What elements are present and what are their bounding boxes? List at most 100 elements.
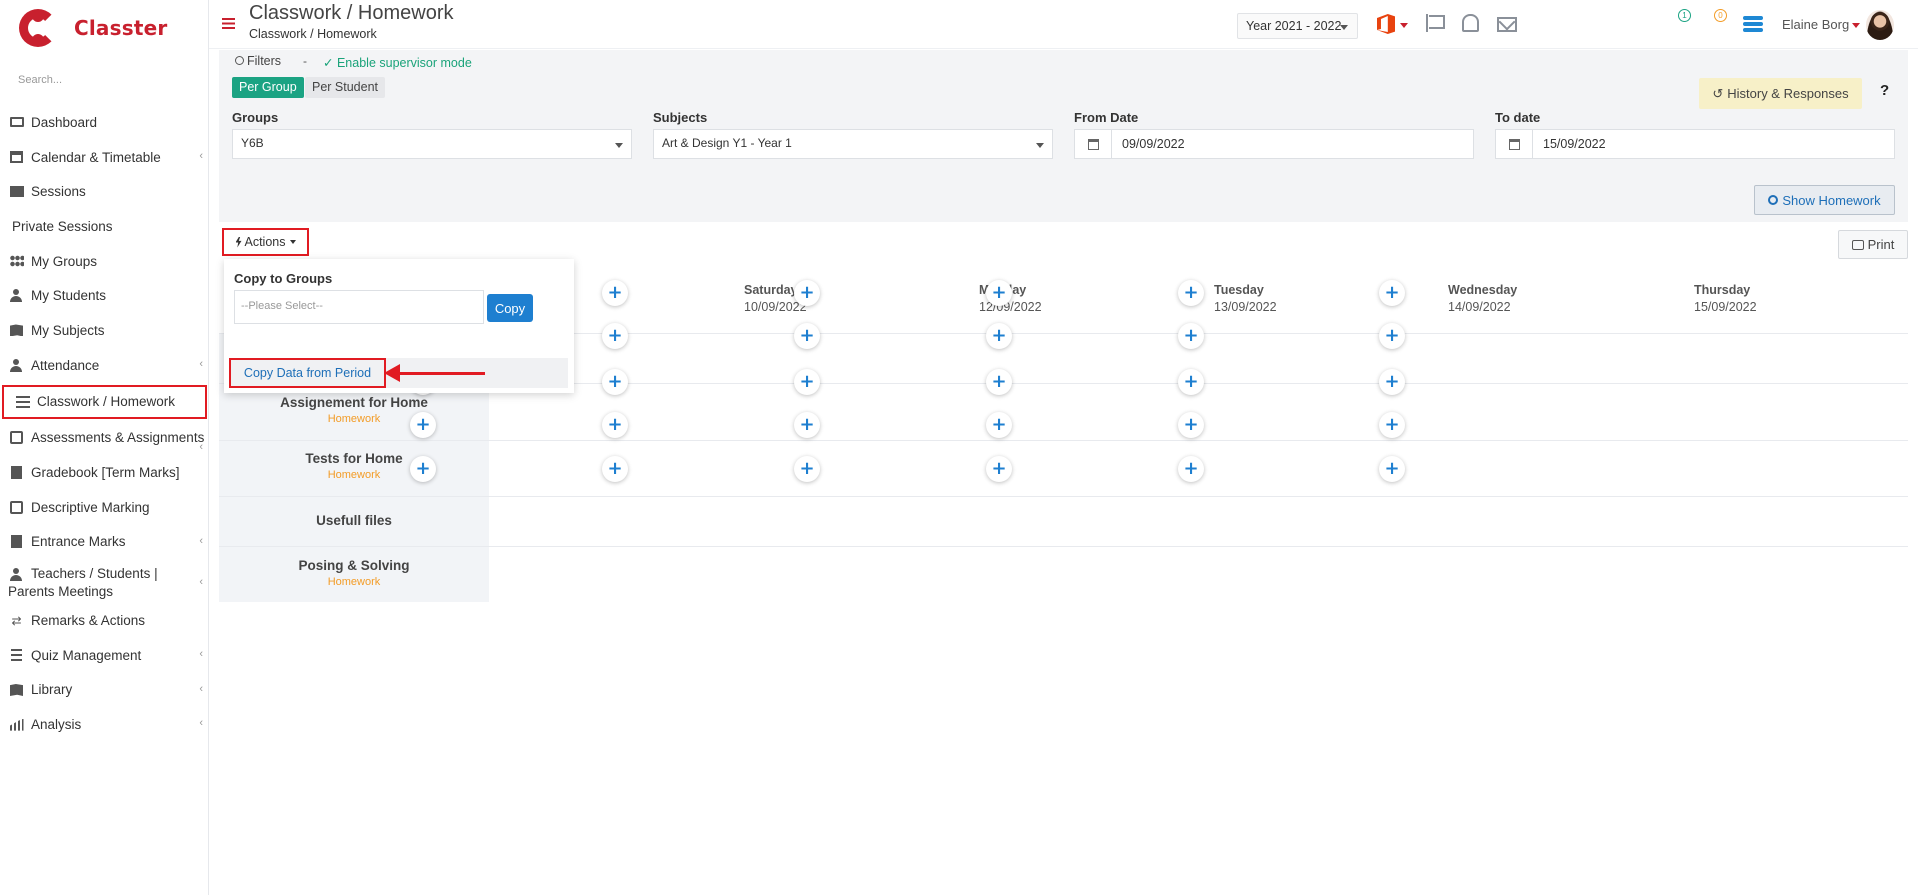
- add-homework-button[interactable]: +: [410, 412, 436, 438]
- check-icon: ✓: [323, 56, 334, 70]
- grid-divider: [219, 440, 1908, 441]
- add-homework-button[interactable]: +: [794, 323, 820, 349]
- per-group-button[interactable]: Per Group: [232, 77, 304, 98]
- show-homework-button[interactable]: Show Homework: [1754, 185, 1895, 215]
- calendar-icon[interactable]: [1496, 130, 1533, 158]
- sidebar-item-label-line1: Teachers / Students |: [31, 566, 158, 582]
- grid-divider: [219, 496, 1908, 497]
- hamburger-menu-icon[interactable]: [222, 18, 235, 29]
- add-homework-button[interactable]: +: [986, 323, 1012, 349]
- day-name: Wednesday: [1448, 283, 1518, 297]
- add-homework-button[interactable]: +: [410, 456, 436, 482]
- sidebar-item-descriptive-marking[interactable]: Descriptive Marking: [0, 490, 209, 525]
- add-homework-button[interactable]: +: [1178, 369, 1204, 395]
- add-homework-button[interactable]: +: [794, 456, 820, 482]
- year-select[interactable]: Year 2021 - 2022: [1237, 13, 1358, 39]
- classter-logo[interactable]: Classter: [18, 6, 208, 50]
- add-homework-button[interactable]: +: [1379, 280, 1405, 306]
- sidebar-item-sessions[interactable]: Sessions: [0, 174, 209, 209]
- add-homework-button[interactable]: +: [1379, 323, 1405, 349]
- sidebar-item-dashboard[interactable]: Dashboard: [0, 105, 209, 140]
- sidebar-item-meetings[interactable]: Teachers / Students | Parents Meetings ‹: [0, 559, 209, 603]
- add-homework-button[interactable]: +: [986, 280, 1012, 306]
- shuffle-icon: ⇄: [11, 613, 22, 628]
- user-name[interactable]: Elaine Borg: [1782, 17, 1849, 32]
- day-date: 13/09/2022: [1214, 300, 1277, 314]
- add-homework-button[interactable]: +: [794, 369, 820, 395]
- pen-icon: [8, 431, 25, 445]
- add-homework-button[interactable]: +: [1379, 369, 1405, 395]
- sidebar-item-label: Analysis: [31, 717, 82, 733]
- sidebar-item-my-students[interactable]: My Students: [0, 278, 209, 313]
- sidebar-item-classwork-homework[interactable]: Classwork / Homework: [2, 384, 207, 419]
- sidebar-item-entrance-marks[interactable]: Entrance Marks ‹: [0, 525, 209, 560]
- add-homework-button[interactable]: +: [794, 412, 820, 438]
- groups-select[interactable]: Y6B: [232, 129, 632, 159]
- user-caret-icon[interactable]: [1852, 23, 1860, 28]
- office-caret-icon[interactable]: [1400, 23, 1408, 28]
- sidebar-item-label: Remarks & Actions: [31, 613, 146, 629]
- copy-button[interactable]: Copy: [487, 294, 533, 322]
- add-homework-button[interactable]: +: [1178, 456, 1204, 482]
- sidebar-item-gradebook[interactable]: Gradebook [Term Marks]: [0, 455, 209, 490]
- help-icon[interactable]: ?: [1880, 82, 1889, 99]
- annotation-arrow-line: [398, 372, 485, 375]
- add-homework-button[interactable]: +: [1379, 412, 1405, 438]
- add-homework-button[interactable]: +: [1178, 323, 1204, 349]
- add-homework-button[interactable]: +: [794, 280, 820, 306]
- add-homework-button[interactable]: +: [602, 280, 628, 306]
- chevron-down-icon: [1036, 143, 1044, 148]
- sidebar-item-quiz[interactable]: Quiz Management ‹: [0, 638, 209, 673]
- day-date: 15/09/2022: [1694, 300, 1757, 314]
- add-homework-button[interactable]: +: [1379, 456, 1405, 482]
- add-homework-button[interactable]: +: [602, 456, 628, 482]
- copy-groups-select[interactable]: --Please Select--: [234, 290, 484, 324]
- sidebar-item-assessments[interactable]: Assessments & Assignments ‹: [0, 421, 209, 456]
- actions-button[interactable]: Actions: [222, 228, 309, 256]
- history-responses-button[interactable]: ↺ History & Responses: [1699, 78, 1862, 109]
- row-title: Assignement for Home: [280, 395, 428, 410]
- bell-icon[interactable]: [1462, 14, 1479, 32]
- brand-name: Classter: [74, 16, 168, 40]
- sidebar-item-my-subjects[interactable]: My Subjects: [0, 313, 209, 348]
- add-homework-button[interactable]: +: [1178, 412, 1204, 438]
- add-homework-button[interactable]: +: [602, 412, 628, 438]
- from-date-input[interactable]: 09/09/2022: [1074, 129, 1474, 159]
- supervisor-mode-link[interactable]: ✓ Enable supervisor mode: [323, 55, 472, 70]
- sidebar-item-attendance[interactable]: Attendance ‹: [0, 348, 209, 383]
- search-icon: [1768, 195, 1779, 205]
- page-title: Classwork / Homework: [249, 2, 454, 24]
- add-homework-button[interactable]: +: [1178, 280, 1204, 306]
- per-student-button[interactable]: Per Student: [305, 77, 386, 98]
- filters-toggle[interactable]: Filters: [235, 54, 281, 68]
- mail-icon[interactable]: [1497, 17, 1517, 32]
- actions-label: Actions: [244, 235, 286, 249]
- book-icon: [8, 323, 25, 337]
- sidebar-item-calendar[interactable]: Calendar & Timetable ‹: [0, 140, 209, 175]
- sidebar-item-analysis[interactable]: Analysis ‹: [0, 707, 209, 742]
- search-icon: [235, 56, 244, 65]
- flag-icon[interactable]: [1426, 14, 1446, 32]
- sidebar-item-library[interactable]: Library ‹: [0, 673, 209, 708]
- add-homework-button[interactable]: +: [986, 456, 1012, 482]
- marking-icon: [8, 500, 25, 514]
- day-name: Thursday: [1694, 283, 1751, 297]
- add-homework-button[interactable]: +: [602, 369, 628, 395]
- add-homework-button[interactable]: +: [986, 369, 1012, 395]
- avatar[interactable]: [1866, 10, 1894, 40]
- sidebar-item-remarks[interactable]: ⇄ Remarks & Actions: [0, 603, 209, 638]
- print-button[interactable]: Print: [1838, 230, 1908, 259]
- sidebar-search-input[interactable]: Search...: [18, 74, 62, 86]
- copy-data-from-period-item[interactable]: Copy Data from Period: [229, 358, 386, 388]
- to-date-input[interactable]: 15/09/2022: [1495, 129, 1895, 159]
- add-homework-button[interactable]: +: [602, 323, 628, 349]
- subjects-select[interactable]: Art & Design Y1 - Year 1: [653, 129, 1053, 159]
- attendance-icon: [8, 358, 25, 372]
- sidebar-item-my-groups[interactable]: My Groups: [0, 244, 209, 279]
- gradebook-icon: [8, 466, 25, 480]
- sidebar-item-private-sessions[interactable]: Private Sessions: [0, 209, 209, 244]
- groups-value: Y6B: [241, 136, 264, 150]
- tasks-icon: [14, 395, 31, 409]
- add-homework-button[interactable]: +: [986, 412, 1012, 438]
- calendar-icon[interactable]: [1075, 130, 1112, 158]
